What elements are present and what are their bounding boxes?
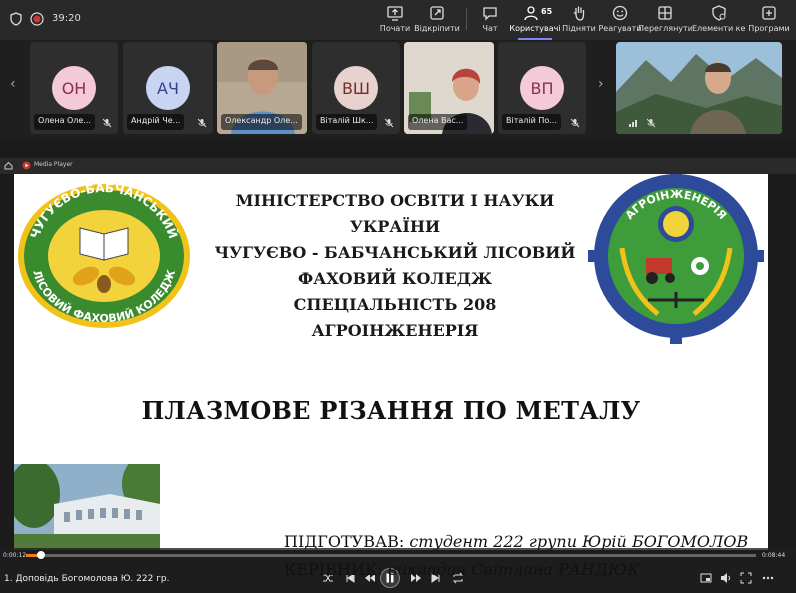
volume-icon[interactable] — [720, 572, 732, 584]
mic-off-icon — [570, 118, 580, 128]
popout-button[interactable]: Відкріпити — [410, 4, 464, 38]
participant-tile[interactable]: ВП Віталій По... — [498, 42, 586, 134]
participant-gallery: ‹ ОН Олена Оле... АЧ Андрій Че... Олекса… — [0, 40, 796, 140]
chevron-right-icon[interactable]: › — [598, 76, 604, 92]
participant-name: Олександр Оле... — [221, 114, 302, 130]
popout-icon — [430, 6, 444, 20]
media-player-titlebar: Media Player — [0, 158, 796, 174]
view-label: Переглянути — [638, 24, 692, 33]
header-line: ФАХОВИЙ КОЛЕДЖ — [298, 269, 492, 288]
presentation-slide: ЧУГУЄВО-БАБЧАНСЬКИЙ ЛІСОВИЙ ФАХОВИЙ КОЛЕ… — [14, 174, 768, 550]
grid-view-icon — [658, 6, 672, 20]
participant-tile-video[interactable]: Олександр Оле... — [217, 42, 307, 134]
record-icon — [30, 12, 44, 26]
supervisor-value: викладач Світлана РАНДЮК — [387, 560, 640, 579]
participant-tile[interactable]: ОН Олена Оле... — [30, 42, 118, 134]
slide-header: МІНІСТЕРСТВО ОСВІТИ І НАУКИ УКРАЇНИ ЧУГУ… — [210, 188, 580, 344]
self-video-icon — [616, 42, 782, 134]
apps-label: Програми — [748, 24, 790, 33]
fullscreen-icon[interactable] — [740, 572, 752, 584]
avatar: ВШ — [334, 66, 378, 110]
header-line: ЧУГУЄВО - БАБЧАНСЬКИЙ ЛІСОВИЙ — [214, 243, 576, 262]
avatar: ОН — [52, 66, 96, 110]
controls-button[interactable]: Елементи ке... — [692, 4, 746, 38]
header-line: СПЕЦІАЛЬНІСТЬ 208 АГРОІНЖЕНЕРІЯ — [293, 295, 497, 340]
avatar: АЧ — [146, 66, 190, 110]
supervisor-label: КЕРІВНИК: — [284, 560, 383, 579]
more-options-icon[interactable] — [762, 572, 774, 584]
participant-count: 65 — [541, 7, 553, 16]
slide-title: ПЛАЗМОВЕ РІЗАННЯ ПО МЕТАЛУ — [141, 396, 641, 425]
people-icon — [524, 6, 538, 21]
apps-button[interactable]: Програми — [742, 4, 796, 38]
total-time: 0:08:44 — [762, 552, 786, 559]
popout-label: Відкріпити — [414, 24, 460, 33]
participant-name: Олена Оле... — [34, 114, 95, 130]
mic-off-icon — [646, 118, 656, 128]
chat-icon — [483, 7, 497, 21]
emoji-icon — [612, 5, 628, 21]
avatar: ВП — [520, 66, 564, 110]
college-building-photo-icon — [14, 464, 160, 550]
participant-name: Андрій Че... — [127, 114, 185, 130]
self-video-tile[interactable] — [616, 42, 782, 134]
media-player-title: Media Player — [34, 161, 73, 168]
college-logo-icon: ЧУГУЄВО-БАБЧАНСЬКИЙ ЛІСОВИЙ ФАХОВИЙ КОЛЕ… — [18, 181, 190, 328]
hand-icon — [573, 6, 585, 21]
participant-tile[interactable]: АЧ Андрій Че... — [123, 42, 213, 134]
elapsed-time: 0:00:12 — [3, 552, 27, 559]
participant-name: Олена Вас... — [408, 114, 468, 130]
view-button[interactable]: Переглянути — [638, 4, 692, 38]
media-player-icon — [22, 161, 31, 170]
meeting-toolbar: 39:20 Почати Відкріпити Чат 65 Користува… — [0, 0, 796, 40]
controls-label: Елементи ке... — [692, 24, 746, 33]
participant-tile-video[interactable]: Олена Вас... — [404, 42, 494, 134]
seek-handle[interactable] — [36, 551, 45, 559]
seek-bar[interactable] — [26, 551, 756, 559]
chevron-left-icon[interactable]: ‹ — [10, 76, 16, 92]
participant-tile[interactable]: ВШ Віталій Шк... — [312, 42, 400, 134]
meeting-clock: 39:20 — [52, 13, 81, 24]
signal-icon — [629, 120, 637, 127]
participant-name: Віталій Шк... — [316, 114, 378, 130]
mic-off-icon — [384, 118, 394, 128]
header-line: МІНІСТЕРСТВО ОСВІТИ І НАУКИ УКРАЇНИ — [235, 191, 555, 236]
shield-icon — [10, 12, 22, 26]
participant-name: Віталій По... — [502, 114, 561, 130]
agroengineering-logo-icon: АГРОІНЖЕНЕРІЯ — [588, 174, 764, 344]
mic-off-icon — [102, 118, 112, 128]
share-screen-icon — [387, 6, 403, 21]
plus-icon — [762, 6, 776, 20]
shield-check-icon — [712, 5, 726, 21]
home-icon[interactable] — [4, 161, 13, 170]
media-caption: 1. Доповідь Богомолова Ю. 222 гр. — [4, 574, 170, 584]
mic-off-icon — [197, 118, 207, 128]
miniplayer-icon[interactable] — [700, 572, 712, 584]
supervisor: КЕРІВНИК: викладач Світлана РАНДЮК — [284, 560, 639, 579]
